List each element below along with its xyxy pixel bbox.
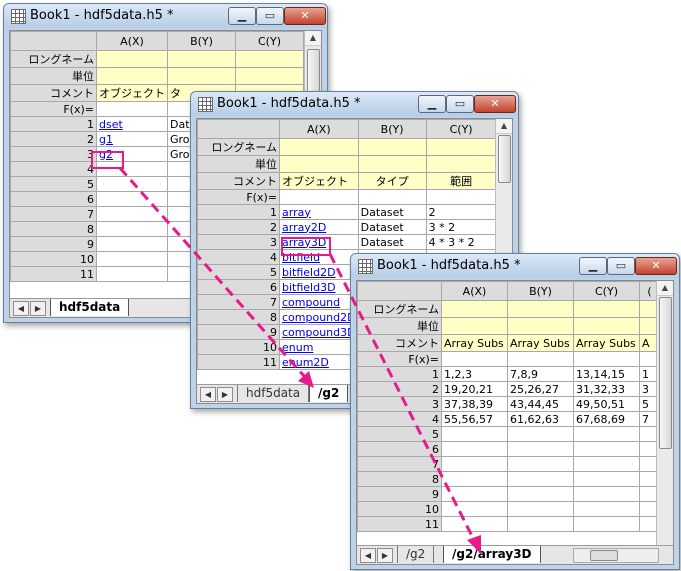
arrow-overlay: [118, 167, 481, 554]
dashed-arrow-line: [118, 167, 306, 377]
dashed-arrow-line: [328, 253, 476, 541]
arrow-head-icon: [467, 535, 481, 554]
